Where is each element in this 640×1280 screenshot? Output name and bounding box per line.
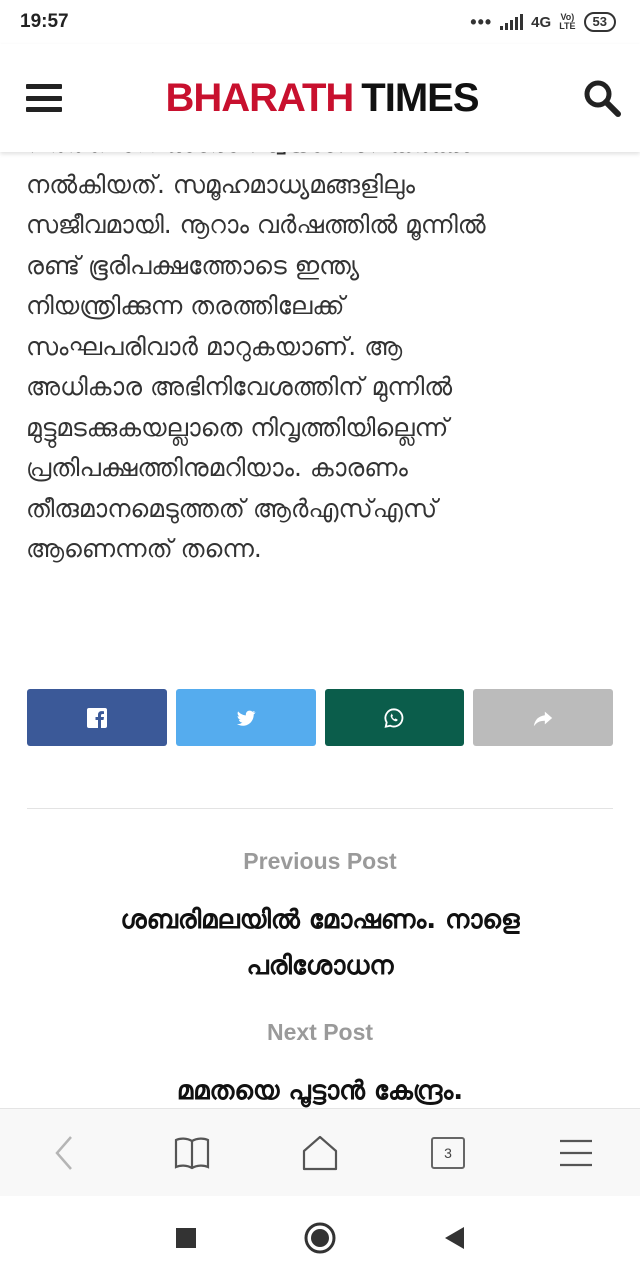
article-line: സംഘപരിവാർ മാറുകയാണ്. ആ <box>26 331 403 361</box>
browser-back-button[interactable] <box>36 1125 92 1181</box>
tabs-button[interactable]: 3 <box>420 1125 476 1181</box>
more-share-button[interactable] <box>473 689 613 746</box>
system-nav-bar <box>0 1196 640 1280</box>
network-type: 4G <box>531 13 552 31</box>
twitter-share-button[interactable] <box>175 689 316 746</box>
logo-part-bharath: BHARATH <box>165 75 354 120</box>
browser-menu-button[interactable] <box>548 1125 604 1181</box>
logo-part-times: TIMES <box>361 75 479 120</box>
battery-icon: 53 <box>583 12 616 32</box>
status-bar: 19:57 ••• 4G Vo) LTE 53 <box>0 0 640 44</box>
search-icon[interactable] <box>582 78 622 118</box>
article-line: നിയന്ത്രിക്കുന്ന തരത്തിലേക്ക് <box>26 291 345 320</box>
facebook-share-button[interactable] <box>27 689 167 746</box>
article-line: മുട്ടുമടക്കുകയല്ലാതെ നിവൃത്തിയില്ലെന്ന് <box>26 412 449 442</box>
square-icon <box>176 1228 196 1248</box>
share-icon <box>533 711 553 726</box>
twitter-icon <box>236 710 256 726</box>
status-time: 19:57 <box>20 11 69 32</box>
browser-home-button[interactable] <box>292 1125 348 1181</box>
back-chevron-icon <box>55 1135 72 1170</box>
article-line: തീരുമാനമെടുത്തത് ആർഎസ്എസ് <box>26 493 438 523</box>
article-line: അധികാര അഭിനിവേശത്തിന് മുന്നിൽ <box>26 372 453 401</box>
system-back-button[interactable] <box>387 1196 521 1280</box>
share-buttons <box>27 689 613 746</box>
browser-toolbar: 3 <box>0 1108 640 1196</box>
home-icon <box>302 1135 338 1170</box>
system-home-button[interactable] <box>253 1196 387 1280</box>
triangle-back-icon <box>445 1227 464 1249</box>
circle-home-icon <box>304 1222 336 1254</box>
site-header: BHARATH TIMES <box>0 44 640 152</box>
facebook-icon <box>86 707 107 728</box>
previous-post-label: Previous Post <box>243 848 397 874</box>
previous-post-link[interactable]: ശബരിമലയിൽ മോഷണം. നാളെ പരിശോധന <box>60 897 580 989</box>
volte-icon: Vo) LTE <box>559 13 575 31</box>
divider <box>27 808 613 809</box>
lte-label: LTE <box>559 21 576 31</box>
signal-icon <box>500 14 524 30</box>
whatsapp-icon <box>384 707 404 728</box>
recents-button[interactable] <box>119 1196 253 1280</box>
article-line: നൽകിയത്. സമൂഹമാധ്യമങ്ങളിലും <box>26 169 415 199</box>
article-line: സജീവമായി. നൂറാം വർഷത്തിൽ മൂന്നിൽ <box>26 210 486 239</box>
next-post-label: Next Post <box>266 1019 374 1045</box>
notification-dots-icon: ••• <box>470 11 493 32</box>
book-icon <box>174 1137 210 1169</box>
site-logo[interactable]: BHARATH TIMES <box>165 75 479 121</box>
bookmarks-button[interactable] <box>164 1125 220 1181</box>
hamburger-menu-icon[interactable] <box>26 84 62 112</box>
article-line: രണ്ട് ഭൂരിപക്ഷത്തോടെ ഇന്ത്യ <box>26 250 360 280</box>
menu-lines-icon <box>560 1139 592 1166</box>
article-line: ആണെന്നത് തന്നെ. <box>26 534 262 563</box>
status-indicators: ••• 4G Vo) LTE 53 <box>470 12 616 33</box>
tab-count: 3 <box>431 1136 465 1169</box>
whatsapp-share-button[interactable] <box>324 689 465 746</box>
article-body: വർത്തമാന ഓരോ സ്വയംസേവകർക്കും നൽകിയത്. സമ… <box>26 124 616 570</box>
article-line: പ്രതിപക്ഷത്തിനുമറിയാം. കാരണം <box>26 453 408 482</box>
